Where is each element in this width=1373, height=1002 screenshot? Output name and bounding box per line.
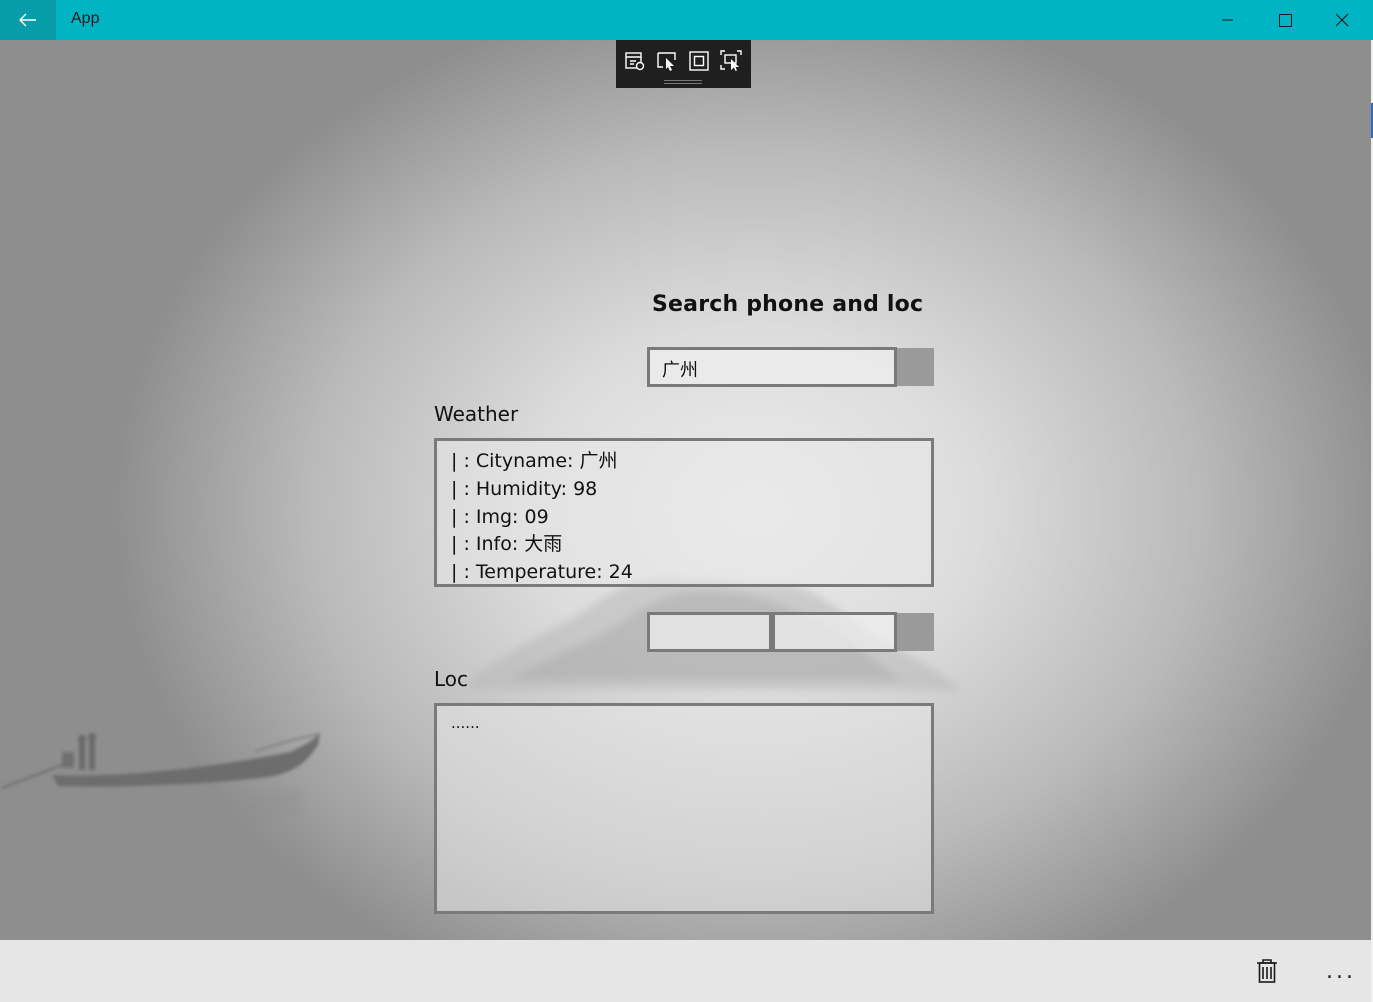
select-element-icon[interactable] xyxy=(656,50,678,72)
weather-line-img: | : Img: 09 xyxy=(451,505,549,528)
weather-line-cityname: | : Cityname: 广州 xyxy=(451,450,618,472)
weather-line-info: | : Info: 大雨 xyxy=(451,533,563,556)
weather-textbox[interactable]: | : Cityname: 广州 | : Humidity: 98 | : Im… xyxy=(434,438,934,587)
toolbar-grip[interactable] xyxy=(664,80,702,84)
debug-toolbar xyxy=(616,40,751,88)
close-icon xyxy=(1335,13,1349,27)
main-content: Search phone and loc 广州 Weather | : City… xyxy=(0,40,1371,940)
loc-label: Loc xyxy=(434,667,469,691)
loc-textbox[interactable]: ...... xyxy=(434,703,934,914)
minimize-button[interactable] xyxy=(1200,0,1256,40)
back-button[interactable] xyxy=(0,0,56,40)
delete-button[interactable] xyxy=(1244,950,1290,992)
display-layout-adorners-icon[interactable] xyxy=(688,50,710,72)
minimize-icon xyxy=(1222,19,1233,21)
page-title: Search phone and loc xyxy=(652,292,924,317)
track-focus-icon[interactable] xyxy=(720,50,742,72)
weather-line-humidity: | : Humidity: 98 xyxy=(451,477,598,500)
phone-search-button[interactable] xyxy=(897,613,934,651)
arrow-left-icon xyxy=(19,13,36,27)
more-button[interactable]: ... xyxy=(1316,950,1366,992)
phone-input-first[interactable] xyxy=(647,612,772,652)
app-title: App xyxy=(71,10,100,27)
search-input[interactable]: 广州 xyxy=(647,347,897,387)
close-button[interactable] xyxy=(1314,0,1370,40)
weather-line-temperature: | : Temperature: 24 xyxy=(451,561,633,584)
live-visual-tree-icon[interactable] xyxy=(624,50,646,72)
title-bar: App xyxy=(0,0,1373,40)
phone-input-second[interactable] xyxy=(772,612,897,652)
loc-text: ...... xyxy=(451,714,480,732)
weather-label: Weather xyxy=(434,402,519,426)
more-icon: ... xyxy=(1326,958,1356,984)
command-bar: ... xyxy=(0,940,1371,1002)
search-button[interactable] xyxy=(897,348,934,386)
maximize-icon xyxy=(1278,13,1292,27)
trash-icon xyxy=(1257,959,1277,983)
maximize-button[interactable] xyxy=(1257,0,1313,40)
